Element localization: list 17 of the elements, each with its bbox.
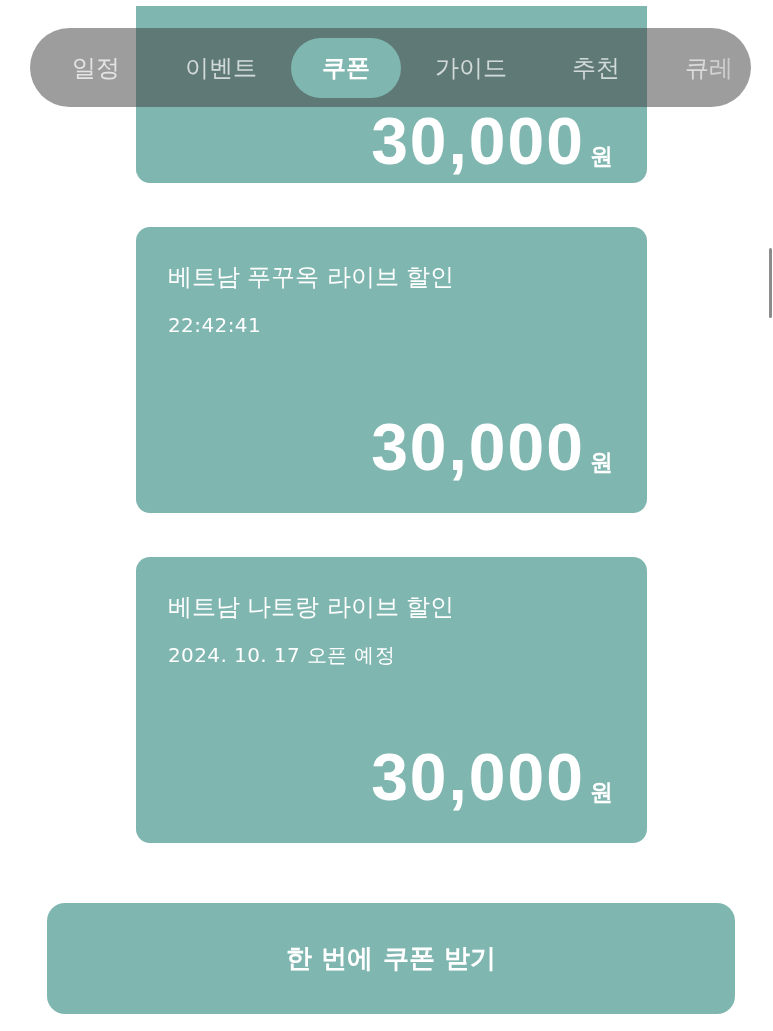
currency-unit: 원 [590,778,613,807]
coupon-subtitle: 2024. 10. 17 오픈 예정 [168,642,396,668]
coupon-title: 베트남 푸꾸옥 라이브 할인 [168,262,455,293]
tab[interactable]: 가이드 [404,37,538,98]
tab[interactable]: 큐레 [654,37,751,98]
coupon-amount: 30,000 [371,109,585,173]
tab[interactable]: 추천 [541,37,651,98]
claim-all-coupons-button[interactable]: 한 번에 쿠폰 받기 [47,903,735,1014]
tab[interactable]: 이벤트 [154,37,288,98]
coupon-title: 베트남 나트랑 라이브 할인 [168,592,455,623]
coupon-subtitle: 22:42:41 [168,312,262,338]
coupon-amount: 30,000 [371,745,585,809]
coupon-amount: 30,000 [371,415,585,479]
currency-unit: 원 [590,142,613,171]
currency-unit: 원 [590,448,613,477]
tab[interactable]: 일정 [41,37,151,98]
scroll-indicator [769,248,772,318]
